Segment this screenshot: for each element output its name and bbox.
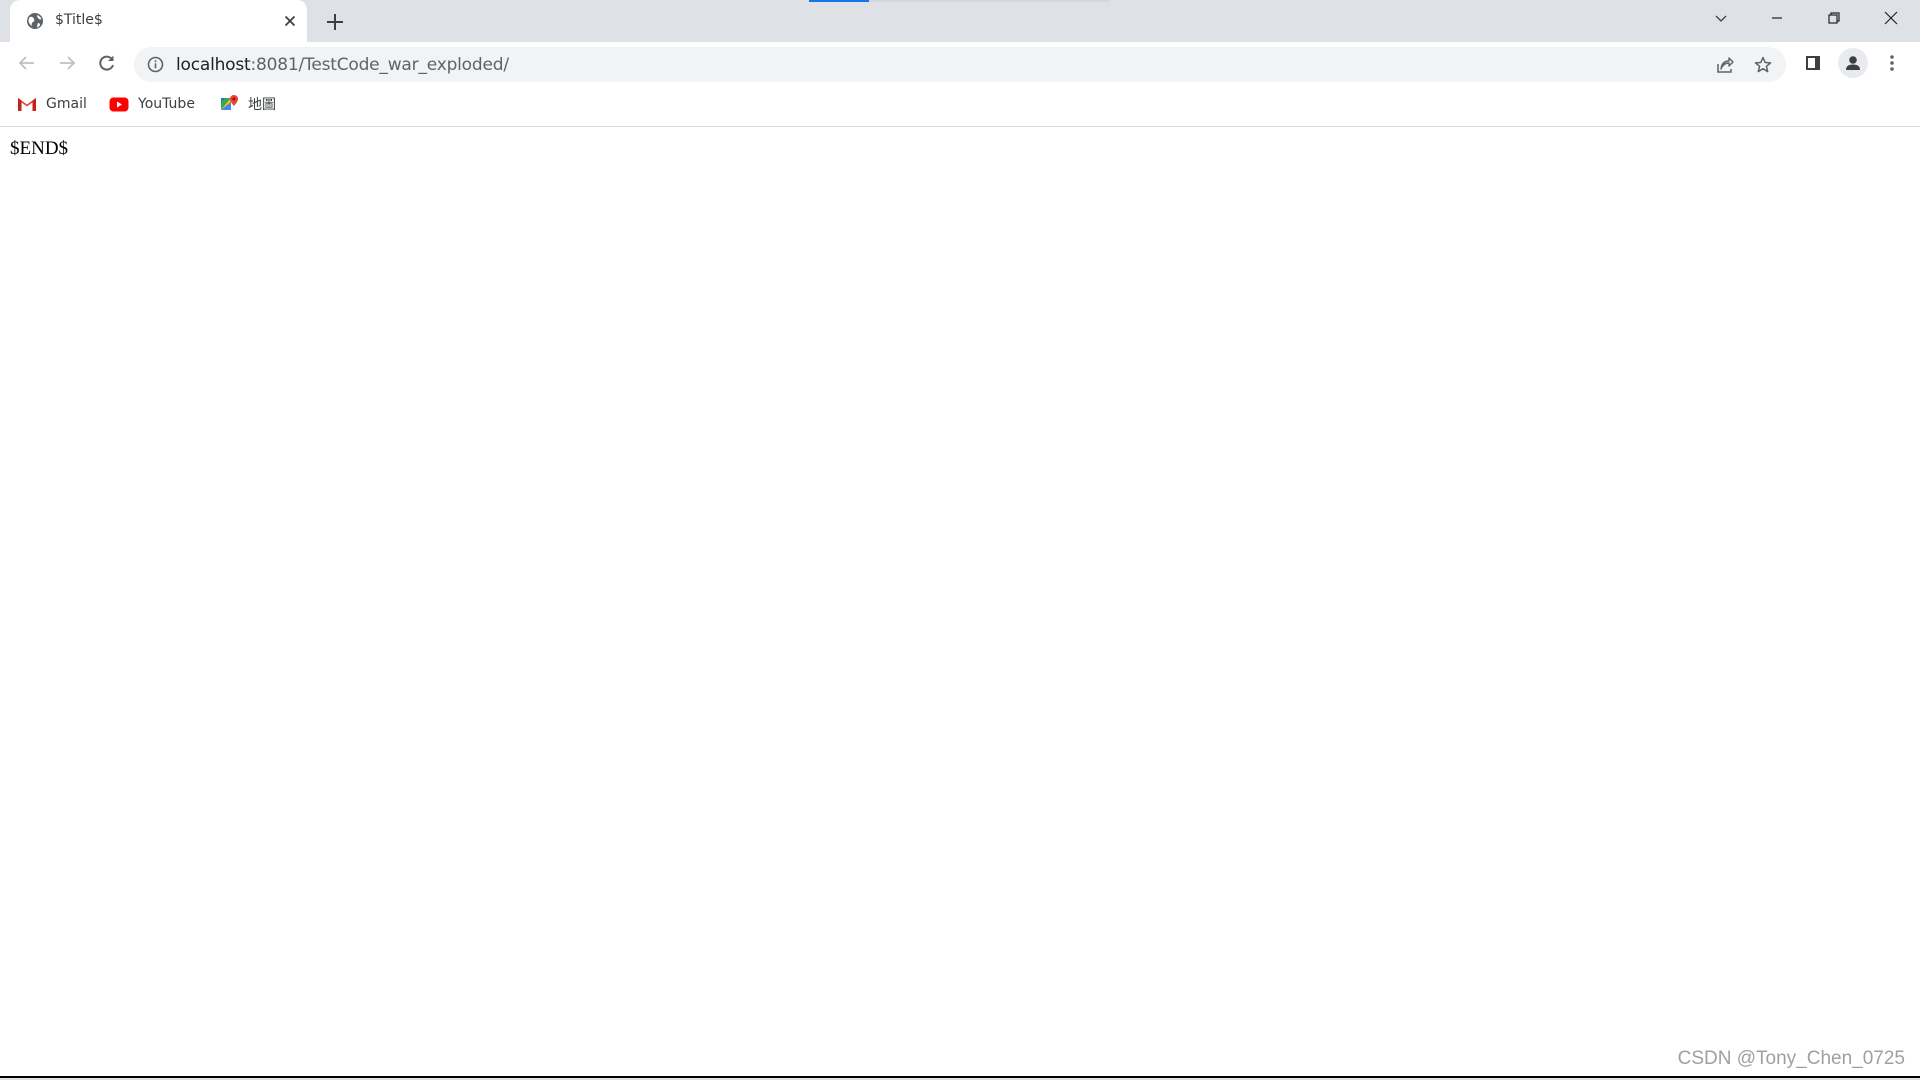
bookmark-label: 地圖 [248, 97, 276, 113]
address-bar[interactable]: localhost:8081/TestCode_war_exploded/ [134, 47, 1786, 82]
bookmark-youtube[interactable]: YouTube [109, 94, 195, 114]
browser-toolbar: localhost:8081/TestCode_war_exploded/ [0, 42, 1920, 84]
tab-close-icon[interactable] [282, 13, 298, 29]
browser-menu-button[interactable] [1880, 51, 1904, 75]
bookmark-label: YouTube [138, 96, 195, 112]
profile-button[interactable] [1838, 48, 1868, 78]
minimize-button[interactable] [1759, 4, 1795, 32]
close-icon [1884, 11, 1898, 25]
page-content: $END$ [0, 128, 1920, 1077]
globe-icon [27, 13, 43, 29]
new-tab-icon[interactable] [324, 11, 346, 33]
window-close-button[interactable] [1873, 4, 1909, 32]
tab-search-button[interactable] [1703, 4, 1739, 32]
side-panel-button[interactable] [1801, 51, 1825, 75]
reload-button[interactable] [95, 51, 119, 75]
info-icon[interactable] [147, 56, 164, 73]
reload-icon [99, 55, 114, 71]
bookmarks-bar: Gmail YouTube 地圖 [0, 84, 1920, 127]
gmail-icon [18, 98, 36, 111]
arrow-left-icon [18, 56, 34, 70]
url-text[interactable]: localhost:8081/TestCode_war_exploded/ [176, 55, 509, 75]
youtube-icon [109, 97, 129, 111]
minimize-icon [1772, 17, 1782, 19]
maps-icon [221, 95, 238, 110]
watermark: CSDN @Tony_Chen_0725 [1677, 1048, 1905, 1069]
restore-icon [1828, 12, 1840, 24]
arrow-right-icon [60, 56, 76, 70]
url-path: :8081/TestCode_war_exploded/ [250, 55, 510, 75]
restore-button[interactable] [1816, 4, 1852, 32]
star-icon[interactable] [1753, 55, 1773, 75]
side-panel-icon [1806, 56, 1820, 70]
bookmark-gmail[interactable]: Gmail [17, 94, 87, 114]
forward-button[interactable] [55, 51, 79, 75]
tab-title: $Title$ [55, 12, 103, 28]
url-host: localhost [176, 55, 251, 75]
share-icon[interactable] [1715, 55, 1735, 75]
title-bar: $Title$ [0, 0, 1920, 42]
page-body-text: $END$ [10, 138, 69, 159]
bookmark-label: Gmail [46, 96, 87, 112]
loading-progress [809, 0, 869, 2]
back-button[interactable] [15, 51, 39, 75]
bookmark-maps[interactable]: 地圖 [219, 94, 276, 114]
browser-tab[interactable]: $Title$ [10, 0, 307, 42]
chevron-down-icon [1715, 15, 1727, 22]
avatar-icon [1846, 56, 1860, 70]
kebab-menu-icon [1890, 55, 1894, 71]
